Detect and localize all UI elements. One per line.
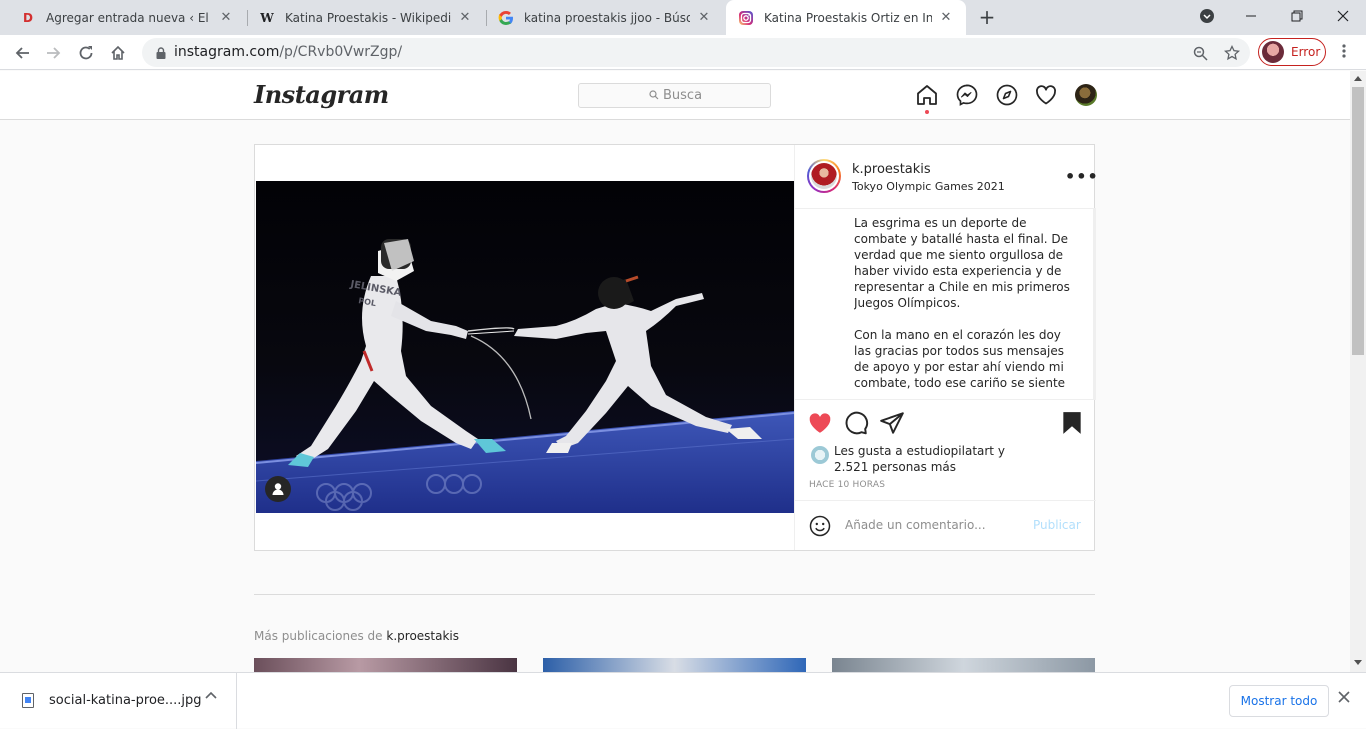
download-bar: social-katina-proe....jpg Mostrar todo bbox=[0, 672, 1366, 729]
author-avatar[interactable] bbox=[807, 159, 841, 193]
author-username[interactable]: k.proestakis bbox=[852, 162, 931, 177]
close-window-icon[interactable] bbox=[1320, 0, 1366, 32]
tab-close-icon[interactable]: ✕ bbox=[457, 10, 473, 25]
browser-toolbar: instagram.com/p/CRvb0VwrZgp/ Error bbox=[0, 35, 1366, 70]
tab-title: Agregar entrada nueva ‹ El Diario bbox=[46, 10, 212, 25]
close-download-bar-icon[interactable] bbox=[1338, 691, 1350, 703]
tab-close-icon[interactable]: ✕ bbox=[938, 10, 954, 25]
liked-heart-icon[interactable] bbox=[807, 410, 833, 436]
post-caption: La esgrima es un deporte de combate y ba… bbox=[854, 215, 1074, 399]
tab-wikipedia[interactable]: W Katina Proestakis - Wikipedia, la e ✕ bbox=[247, 0, 485, 35]
comment-form: Publicar bbox=[795, 500, 1096, 550]
download-item[interactable]: social-katina-proe....jpg bbox=[0, 673, 237, 729]
profile-avatar bbox=[1262, 41, 1284, 63]
emoji-icon[interactable] bbox=[809, 515, 831, 537]
tab-title: katina proestakis jjoo - Búsqueda bbox=[524, 10, 690, 25]
instagram-header: Instagram Busca bbox=[0, 71, 1350, 120]
comment-input[interactable] bbox=[845, 518, 1025, 532]
url-host: instagram.com bbox=[174, 44, 280, 60]
tab-strip: D Agregar entrada nueva ‹ El Diario ✕ W … bbox=[0, 0, 1366, 35]
tab-search-icon[interactable] bbox=[1184, 0, 1230, 32]
bookmark-star-icon[interactable] bbox=[1222, 43, 1242, 63]
reload-icon[interactable] bbox=[72, 39, 100, 67]
more-posts-username[interactable]: k.proestakis bbox=[386, 629, 459, 643]
tab-el-diario[interactable]: D Agregar entrada nueva ‹ El Diario ✕ bbox=[8, 0, 246, 35]
scrollbar-thumb[interactable] bbox=[1352, 87, 1364, 355]
search-icon bbox=[649, 90, 659, 100]
post-sidebar: k.proestakis Tokyo Olympic Games 2021 ••… bbox=[794, 145, 1099, 550]
tab-title: Katina Proestakis - Wikipedia, la e bbox=[285, 10, 451, 25]
avatar-ring bbox=[809, 161, 839, 191]
tab-close-icon[interactable]: ✕ bbox=[696, 10, 712, 25]
download-file-name: social-katina-proe....jpg bbox=[49, 693, 202, 708]
page-scrollbar[interactable] bbox=[1350, 71, 1366, 672]
google-favicon-icon bbox=[498, 10, 514, 26]
post-photo[interactable]: JELINSKA POL bbox=[256, 181, 794, 513]
minimize-icon[interactable] bbox=[1228, 0, 1274, 32]
instagram-logo[interactable]: Instagram bbox=[254, 80, 389, 109]
user-avatar[interactable] bbox=[1075, 84, 1097, 106]
activity-heart-icon[interactable] bbox=[1034, 83, 1058, 107]
forward-icon[interactable] bbox=[40, 39, 68, 67]
more-options-icon[interactable]: ••• bbox=[1065, 167, 1099, 186]
caption-scrollbar[interactable] bbox=[1093, 209, 1096, 399]
post-card: JELINSKA POL k.proestakis Tokyo Olympic … bbox=[254, 144, 1099, 551]
notification-dot bbox=[925, 110, 929, 114]
caption-paragraph: La esgrima es un deporte de combate y ba… bbox=[854, 216, 1070, 310]
home-icon[interactable] bbox=[104, 39, 132, 67]
liker-avatar[interactable] bbox=[811, 446, 829, 464]
scroll-down-icon[interactable] bbox=[1354, 660, 1362, 666]
post-media: JELINSKA POL bbox=[255, 145, 794, 550]
thumbnail-post[interactable] bbox=[832, 658, 1095, 672]
tab-instagram[interactable]: Katina Proestakis Ortiz en Instagr ✕ bbox=[726, 0, 966, 35]
tab-close-icon[interactable]: ✕ bbox=[218, 10, 234, 25]
wikipedia-favicon-icon: W bbox=[260, 10, 274, 25]
saved-bookmark-icon[interactable] bbox=[1059, 410, 1085, 436]
likes-count[interactable]: Les gusta a estudiopilatart y 2.521 pers… bbox=[834, 443, 1034, 475]
comment-icon[interactable] bbox=[843, 410, 869, 436]
zoom-icon[interactable] bbox=[1190, 43, 1210, 63]
new-tab-button[interactable]: + bbox=[977, 5, 997, 29]
thumbnail-post[interactable] bbox=[254, 658, 517, 672]
post-header: k.proestakis Tokyo Olympic Games 2021 ••… bbox=[795, 145, 1099, 209]
more-posts-label: Más publicaciones de bbox=[254, 629, 383, 643]
chevron-up-icon[interactable] bbox=[205, 691, 217, 699]
post-actions: Les gusta a estudiopilatart y 2.521 pers… bbox=[795, 399, 1096, 500]
share-icon[interactable] bbox=[879, 410, 905, 436]
url-path: /p/CRvb0VwrZgp/ bbox=[279, 44, 403, 60]
profile-status: Error bbox=[1291, 45, 1321, 59]
fencing-photo: JELINSKA POL bbox=[256, 181, 794, 513]
more-posts-heading: Más publicaciones de k.proestakis bbox=[254, 629, 459, 643]
restore-icon[interactable] bbox=[1274, 0, 1320, 32]
profile-button[interactable]: Error bbox=[1258, 38, 1326, 66]
publish-button[interactable]: Publicar bbox=[1033, 518, 1081, 532]
explore-icon[interactable] bbox=[995, 83, 1019, 107]
messenger-icon[interactable] bbox=[955, 83, 979, 107]
section-divider bbox=[254, 594, 1095, 595]
author-photo bbox=[811, 163, 837, 189]
scroll-up-icon[interactable] bbox=[1354, 75, 1362, 81]
tab-title: Katina Proestakis Ortiz en Instagr bbox=[764, 10, 932, 25]
search-box[interactable]: Busca bbox=[578, 83, 771, 108]
home-icon[interactable] bbox=[915, 83, 939, 107]
post-timestamp[interactable]: HACE 10 HORAS bbox=[809, 480, 885, 490]
file-image-icon bbox=[22, 693, 34, 708]
search-placeholder: Busca bbox=[663, 88, 703, 103]
thumbnail-post[interactable] bbox=[543, 658, 806, 672]
instagram-favicon-icon bbox=[738, 10, 754, 26]
lock-icon[interactable] bbox=[154, 45, 168, 59]
show-all-downloads-button[interactable]: Mostrar todo bbox=[1229, 685, 1329, 717]
post-location[interactable]: Tokyo Olympic Games 2021 bbox=[852, 180, 1005, 193]
chrome-menu-icon[interactable] bbox=[1336, 43, 1352, 63]
tab-google-search[interactable]: katina proestakis jjoo - Búsqueda ✕ bbox=[486, 0, 724, 35]
back-icon[interactable] bbox=[8, 39, 36, 67]
el-diario-favicon-icon: D bbox=[23, 10, 33, 25]
url-text[interactable]: instagram.com/p/CRvb0VwrZgp/ bbox=[174, 44, 402, 60]
caption-paragraph: Con la mano en el corazón les doy las gr… bbox=[854, 328, 1066, 390]
address-bar[interactable]: instagram.com/p/CRvb0VwrZgp/ bbox=[142, 38, 1250, 67]
tagged-user-icon[interactable] bbox=[265, 476, 291, 502]
